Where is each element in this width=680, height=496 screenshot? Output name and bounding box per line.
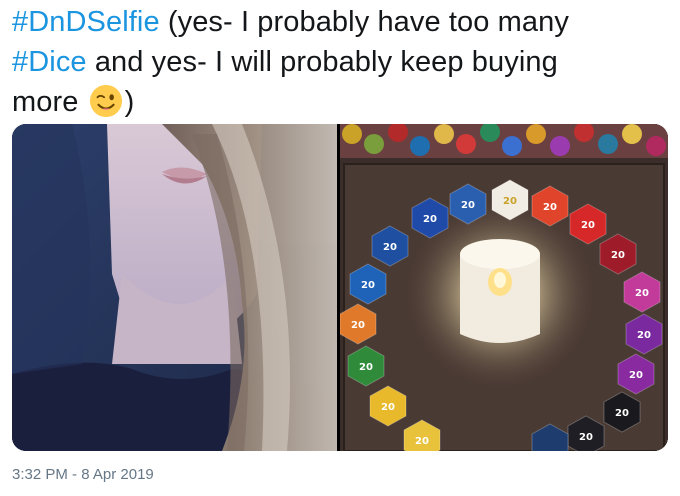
svg-text:20: 20 [381, 402, 395, 413]
svg-text:20: 20 [629, 370, 643, 381]
dice-photo-image: 20 20 20 20 20 20 20 20 20 20 20 20 20 2… [340, 124, 668, 451]
svg-text:20: 20 [579, 432, 593, 443]
svg-text:20: 20 [351, 320, 365, 331]
svg-text:20: 20 [635, 288, 649, 299]
media-grid[interactable]: 20 20 20 20 20 20 20 20 20 20 20 20 20 2… [12, 124, 668, 451]
svg-text:20: 20 [637, 330, 651, 341]
svg-text:20: 20 [359, 362, 373, 373]
dice-photo[interactable]: 20 20 20 20 20 20 20 20 20 20 20 20 20 2… [340, 124, 668, 451]
svg-text:20: 20 [461, 200, 475, 211]
svg-text:20: 20 [415, 436, 429, 447]
tweet-text-line-2: and yes- I will probably keep buying [86, 46, 558, 78]
tweet-text-close-paren: ) [124, 86, 135, 118]
svg-text:20: 20 [423, 214, 437, 225]
svg-text:20: 20 [611, 250, 625, 261]
tweet-text-line-3: more [12, 86, 79, 118]
selfie-photo[interactable] [12, 124, 337, 451]
hashtag-dndselfie[interactable]: #DnDSelfie [12, 6, 160, 38]
svg-text:20: 20 [361, 280, 375, 291]
tweet-timestamp[interactable]: 3:32 PM - 8 Apr 2019 [12, 466, 154, 483]
svg-text:20: 20 [615, 408, 629, 419]
selfie-photo-image [12, 124, 337, 451]
tweet-text: #DnDSelfie (yes- I probably have too man… [12, 2, 672, 122]
svg-text:20: 20 [503, 196, 517, 207]
winking-face-icon [89, 84, 122, 118]
tweet-text-line-1: (yes- I probably have too many [159, 6, 569, 38]
hashtag-dice[interactable]: #Dice [12, 46, 87, 78]
svg-text:20: 20 [383, 242, 397, 253]
svg-text:20: 20 [543, 202, 557, 213]
svg-text:20: 20 [581, 220, 595, 231]
